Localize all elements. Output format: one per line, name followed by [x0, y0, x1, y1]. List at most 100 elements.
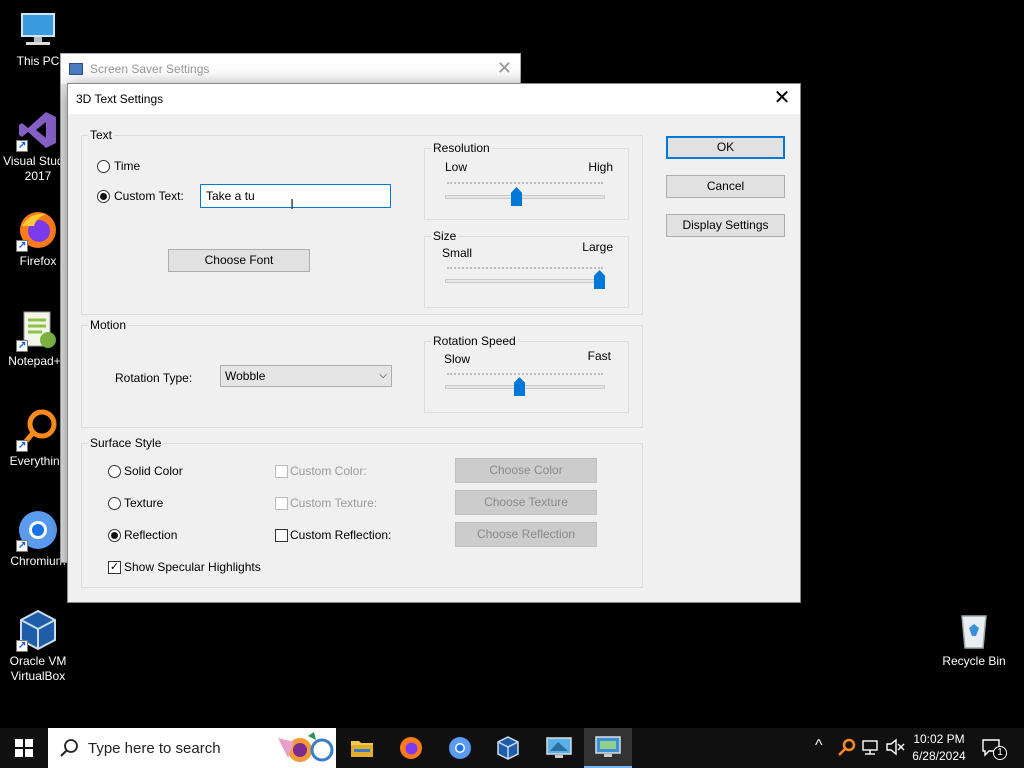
search-placeholder: Type here to search [88, 739, 221, 757]
desktop-icon-recycle-bin[interactable]: Recycle Bin [936, 608, 1012, 669]
virtualbox-icon [16, 608, 60, 653]
chromium-icon [16, 508, 60, 553]
chromium-icon [449, 737, 471, 759]
taskbar-search-box[interactable]: Type here to search [48, 728, 336, 768]
network-icon[interactable] [861, 738, 879, 759]
taskbar-chromium[interactable] [436, 728, 484, 768]
size-slider-track[interactable] [445, 279, 605, 283]
rotation-speed-ticks [447, 373, 603, 376]
custom-text-radio[interactable] [97, 190, 110, 203]
solid-color-label: Solid Color [124, 464, 183, 478]
size-label: Size [431, 229, 459, 243]
custom-reflection-label: Custom Reflection: [290, 528, 392, 542]
clock-date[interactable]: 6/28/2024 [906, 749, 972, 763]
taskbar-firefox[interactable] [387, 728, 435, 768]
monitor-icon [595, 736, 621, 757]
taskbar-virtualbox[interactable] [484, 728, 532, 768]
rotation-speed-label: Rotation Speed [431, 334, 518, 348]
text-group-label: Text [88, 128, 115, 142]
surface-style-label: Surface Style [88, 436, 164, 450]
recycle-bin-icon [952, 608, 996, 652]
rotation-speed-slider-thumb[interactable] [514, 377, 525, 396]
display-settings-button[interactable]: Display Settings [666, 214, 785, 237]
search-highlight-illustration [278, 732, 334, 762]
rotation-speed-group: Rotation Speed Slow Fast [424, 334, 629, 413]
time-label: Time [114, 159, 141, 173]
specular-highlights-label: Show Specular Highlights [124, 560, 261, 574]
desktop-icon-label: Recycle Bin [942, 654, 1006, 668]
rotation-type-value: Wobble [225, 369, 266, 383]
taskbar-file-explorer[interactable] [338, 728, 386, 768]
choose-color-button[interactable]: Choose Color [455, 458, 597, 483]
taskbar-screen-saver-app[interactable] [535, 728, 583, 768]
choose-font-button[interactable]: Choose Font [168, 249, 310, 272]
rotation-speed-slider-track[interactable] [445, 385, 605, 389]
chevron-up-icon[interactable]: ^ [815, 737, 823, 755]
notepad-plus-plus-icon [16, 308, 60, 353]
computer-icon [16, 8, 60, 52]
virtualbox-icon [497, 736, 519, 760]
solid-color-radio[interactable] [108, 465, 121, 478]
search-tray-icon[interactable] [838, 738, 856, 759]
rotation-type-label: Rotation Type: [115, 371, 193, 385]
custom-texture-checkbox[interactable] [275, 497, 288, 510]
windows-logo-icon [15, 739, 33, 757]
dialog-title-bar[interactable]: 3D Text Settings [68, 84, 800, 114]
size-small-label: Small [442, 246, 473, 260]
reflection-radio[interactable] [108, 529, 121, 542]
text-group: Text Time Custom Text: Take a tu I Choos… [81, 128, 643, 315]
rotation-speed-fast-label: Fast [587, 349, 611, 363]
custom-color-label: Custom Color: [290, 464, 367, 478]
notification-count-badge: 1 [993, 746, 1007, 760]
time-radio[interactable] [97, 160, 110, 173]
search-icon [60, 739, 78, 757]
custom-text-label: Custom Text: [114, 189, 184, 203]
reflection-label: Reflection [124, 528, 178, 542]
surface-style-group: Surface Style Solid Color Texture Reflec… [81, 436, 643, 588]
visual-studio-icon [16, 108, 60, 153]
resolution-high-label: High [588, 160, 613, 174]
resolution-slider-thumb[interactable] [511, 187, 522, 206]
rotation-type-dropdown[interactable]: Wobble ⌵ [220, 365, 392, 387]
cancel-button[interactable]: Cancel [666, 175, 785, 198]
custom-texture-label: Custom Texture: [290, 496, 378, 510]
resolution-slider-track[interactable] [445, 195, 605, 199]
size-large-label: Large [582, 240, 613, 254]
custom-color-checkbox[interactable] [275, 465, 288, 478]
monitor-icon [69, 63, 83, 75]
folder-icon [351, 741, 373, 757]
close-icon[interactable]: ✕ [497, 58, 512, 79]
specular-highlights-checkbox[interactable]: ✓ [108, 561, 121, 574]
size-group: Size Small Large [424, 229, 629, 308]
close-button[interactable]: ✕ [770, 87, 794, 111]
resolution-group: Resolution Low High [424, 141, 629, 220]
size-slider-thumb[interactable] [594, 270, 605, 289]
firefox-icon [16, 208, 60, 253]
resolution-ticks [447, 182, 603, 185]
display-settings-icon [546, 737, 572, 758]
taskbar-active-dialog[interactable] [584, 728, 632, 768]
resolution-low-label: Low [445, 160, 468, 174]
screen-saver-title-bar[interactable]: Screen Saver Settings [61, 54, 520, 84]
chevron-down-icon: ⌵ [379, 370, 387, 381]
choose-texture-button[interactable]: Choose Texture [455, 490, 597, 515]
custom-text-input[interactable]: Take a tu [200, 184, 391, 208]
everything-search-icon [16, 408, 60, 453]
taskbar: Type here to search ^ 10:02 PM 6/28/2024… [0, 728, 1024, 768]
desktop-icon-virtualbox[interactable]: Oracle VM VirtualBox [0, 608, 76, 684]
desktop-icon-label: Oracle VM VirtualBox [9, 654, 67, 683]
start-button[interactable] [0, 728, 48, 768]
texture-label: Texture [124, 496, 164, 510]
texture-radio[interactable] [108, 497, 121, 510]
size-ticks [447, 267, 603, 270]
ok-button[interactable]: OK [666, 136, 785, 159]
screen-saver-title: Screen Saver Settings [90, 62, 210, 76]
3d-text-settings-dialog: 3D Text Settings ✕ Text Time Custom Text… [67, 83, 801, 603]
motion-group-label: Motion [88, 318, 129, 332]
volume-muted-icon[interactable] [885, 738, 905, 759]
clock-time[interactable]: 10:02 PM [906, 732, 972, 746]
choose-reflection-button[interactable]: Choose Reflection [455, 522, 597, 547]
resolution-label: Resolution [431, 141, 492, 155]
rotation-speed-slow-label: Slow [444, 352, 471, 366]
custom-reflection-checkbox[interactable] [275, 529, 288, 542]
